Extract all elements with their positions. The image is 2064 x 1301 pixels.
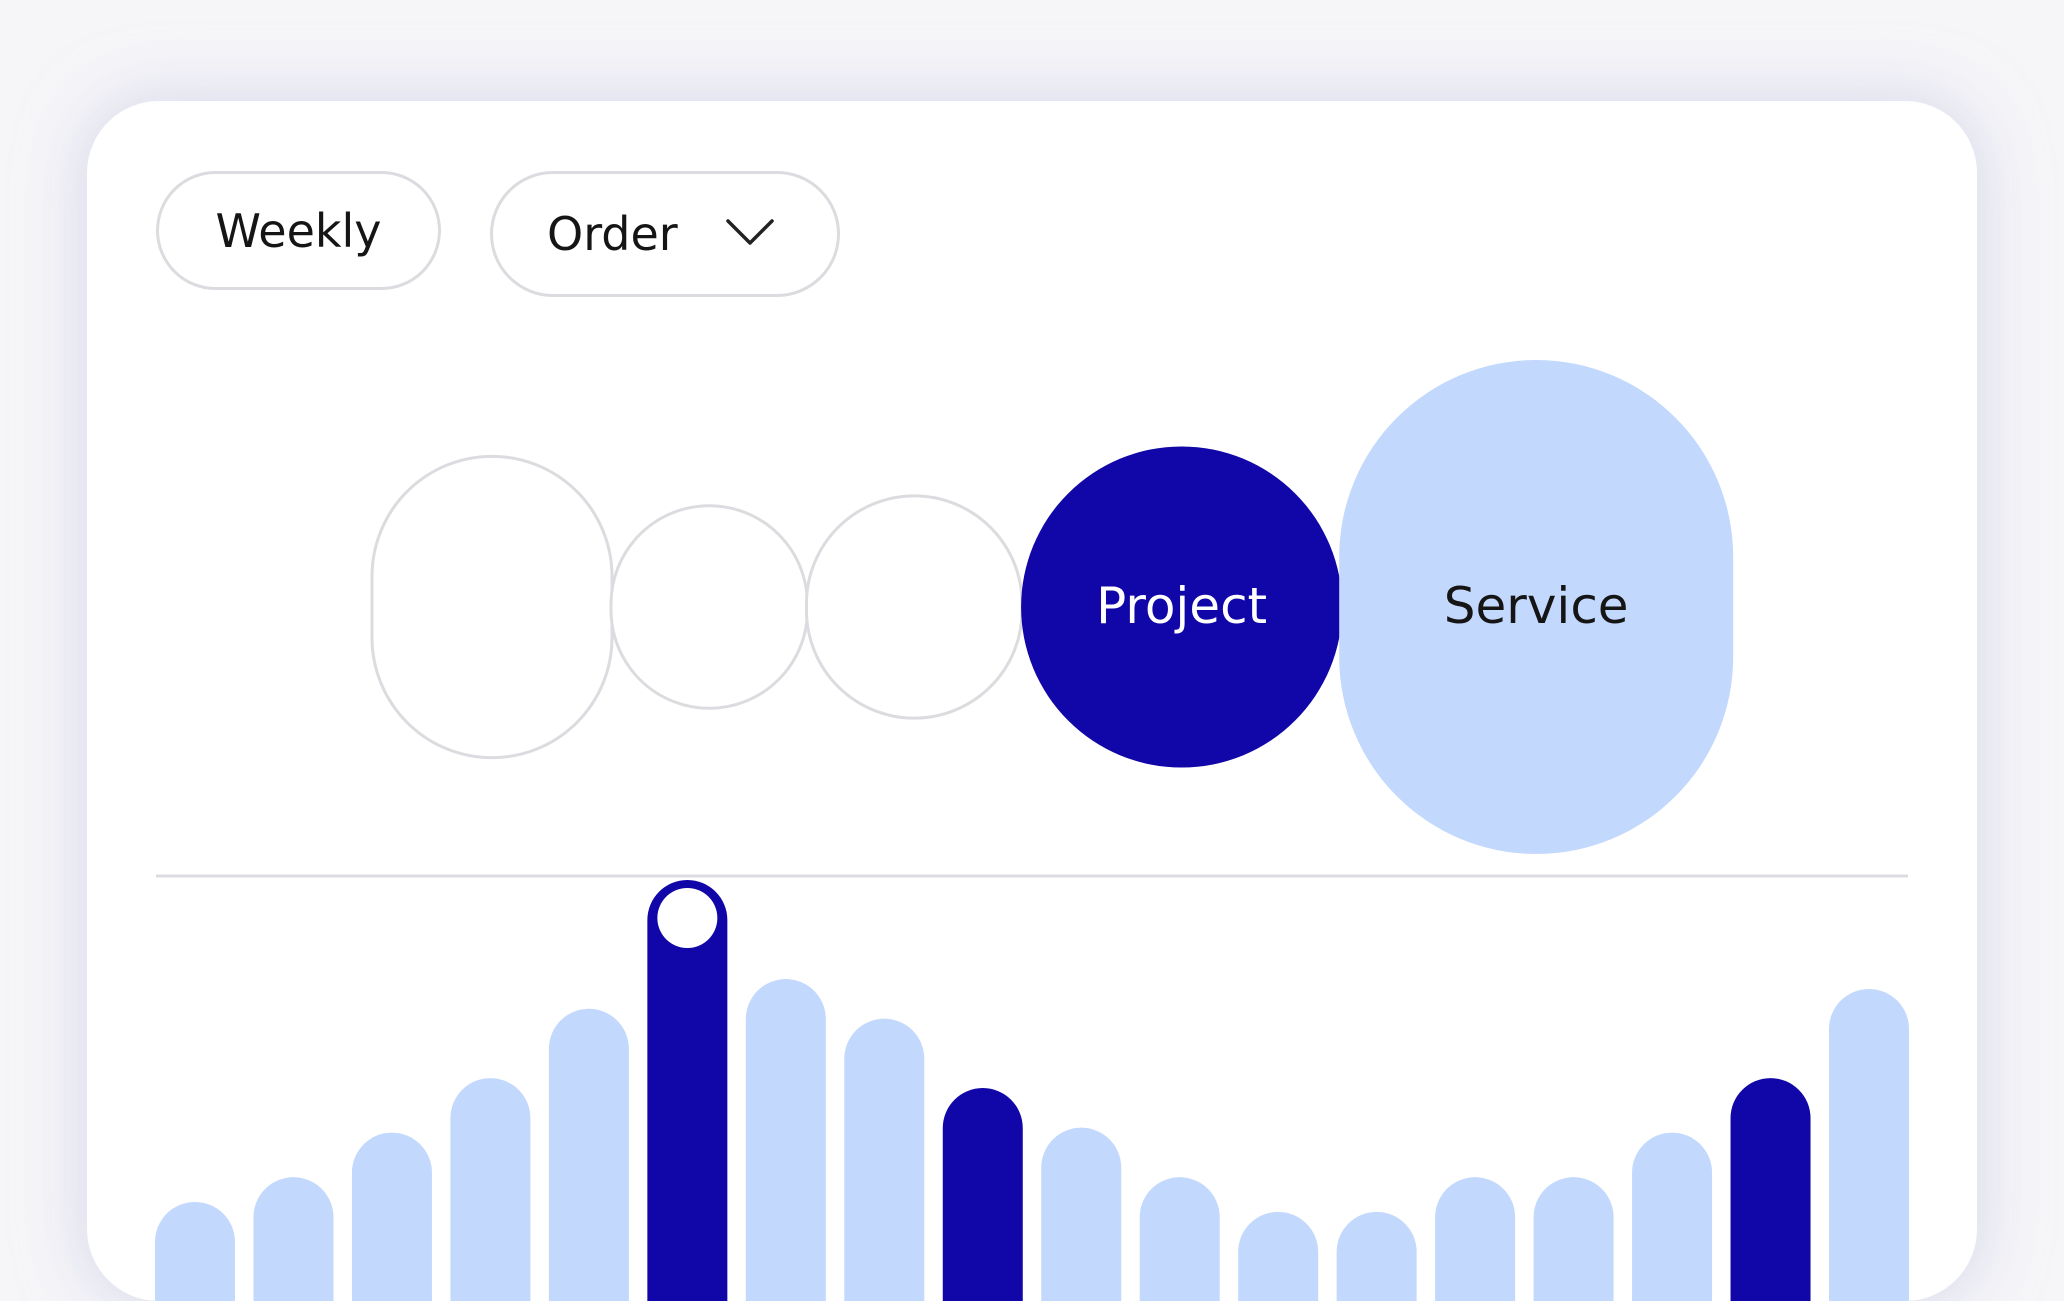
bar-3[interactable] [450,1078,531,1301]
bar-8[interactable] [942,1088,1023,1301]
chart-card: Weekly Order Project Service [87,101,1977,1301]
bar-11[interactable] [1238,1211,1319,1301]
bar-6[interactable] [745,979,826,1301]
bar-10[interactable] [1139,1177,1220,1301]
bubble-1 [609,504,809,710]
bubble-label-service: Service [1444,577,1629,635]
bubble-shape-0 [370,454,614,760]
bar-17[interactable] [1829,988,1909,1301]
bar-chart [155,880,1909,1301]
bubble-chart: Project Service [370,360,1734,854]
bar-4[interactable] [548,1008,629,1301]
bar-0[interactable] [155,1201,235,1301]
bubble-0 [370,454,614,760]
bar-2[interactable] [351,1132,432,1301]
bar-13[interactable] [1435,1177,1516,1301]
bar-12[interactable] [1336,1211,1417,1301]
bubble-label-project: Project [1096,577,1267,635]
bubble-shape-2 [804,494,1024,720]
bubble-3: Project [1021,446,1343,768]
bubble-2 [804,494,1024,720]
bar-15[interactable] [1632,1132,1713,1301]
chart-area: Project Service [155,360,1909,1301]
bar-7[interactable] [844,1018,925,1301]
bubble-shape-1 [609,504,809,710]
bar-14[interactable] [1533,1177,1614,1301]
bar-16[interactable] [1730,1078,1811,1301]
bar-9[interactable] [1041,1127,1122,1301]
bubble-4: Service [1339,360,1734,854]
bar-1[interactable] [253,1177,334,1301]
bar-selected-knob[interactable] [657,888,718,948]
